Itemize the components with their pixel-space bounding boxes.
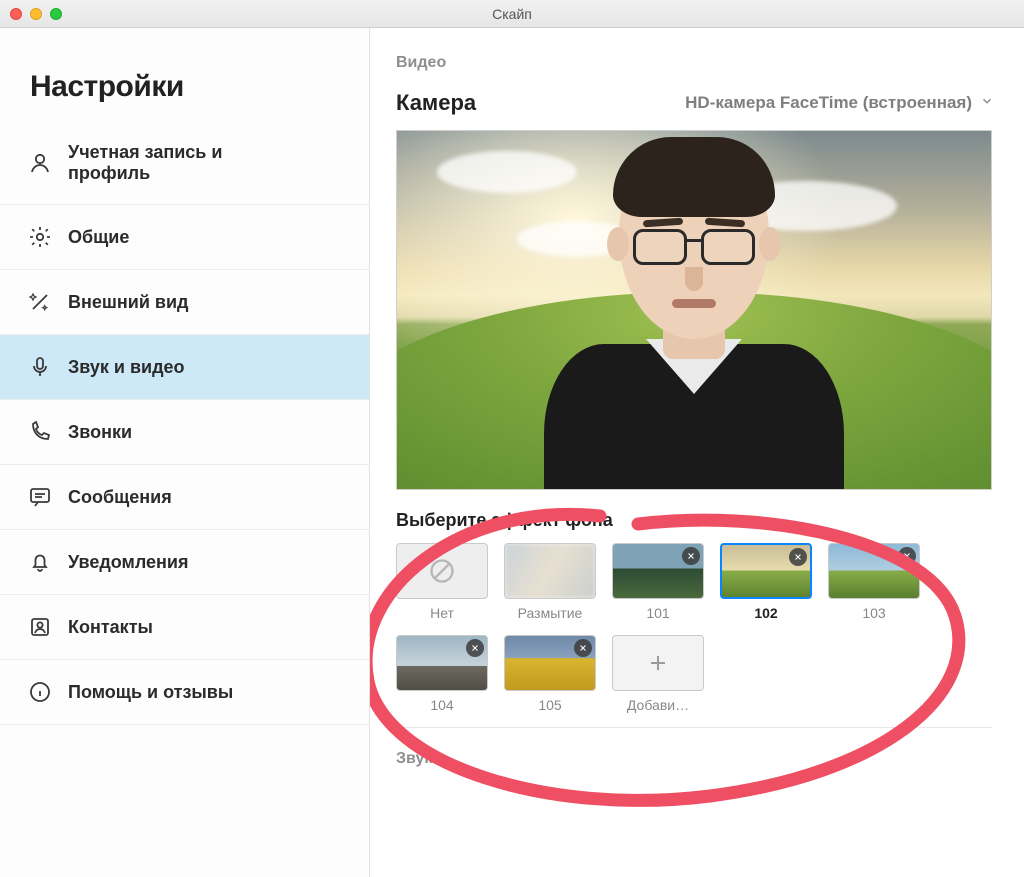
camera-heading: Камера bbox=[396, 90, 476, 116]
bg-thumb-none bbox=[396, 543, 488, 599]
person-icon bbox=[28, 151, 52, 175]
bg-thumb-102 bbox=[720, 543, 812, 599]
sidebar-item-label: Уведомления bbox=[68, 552, 189, 573]
settings-title: Настройки bbox=[0, 28, 369, 122]
remove-bg-button[interactable] bbox=[898, 547, 916, 565]
bg-option-label: Нет bbox=[430, 605, 454, 621]
sidebar-item-help-feedback[interactable]: Помощь и отзывы bbox=[0, 660, 369, 725]
bg-thumb-101 bbox=[612, 543, 704, 599]
sidebar-item-label: Помощь и отзывы bbox=[68, 682, 233, 703]
phone-icon bbox=[28, 420, 52, 444]
chevron-down-icon bbox=[980, 93, 994, 113]
bg-option-101[interactable]: 101 bbox=[612, 543, 704, 621]
bg-thumb-105 bbox=[504, 635, 596, 691]
chat-icon bbox=[28, 485, 52, 509]
sidebar-item-calls[interactable]: Звонки bbox=[0, 400, 369, 465]
sound-section-label: Звук bbox=[396, 750, 994, 768]
sidebar-item-notifications[interactable]: Уведомления bbox=[0, 530, 369, 595]
titlebar: Скайп bbox=[0, 0, 1024, 28]
remove-bg-button[interactable] bbox=[574, 639, 592, 657]
bg-thumb-104 bbox=[396, 635, 488, 691]
sidebar-item-label: Общие bbox=[68, 227, 129, 248]
video-section-label: Видео bbox=[396, 54, 994, 72]
bg-option-label: 103 bbox=[862, 605, 885, 621]
bg-thumb-blur bbox=[504, 543, 596, 599]
camera-select[interactable]: HD-камера FaceTime (встроенная) bbox=[685, 93, 994, 113]
bg-option-label: Добави… bbox=[627, 697, 689, 713]
sidebar-item-general[interactable]: Общие bbox=[0, 205, 369, 270]
sidebar-item-label: Звонки bbox=[68, 422, 132, 443]
sidebar-item-account-profile[interactable]: Учетная запись и профиль bbox=[0, 122, 369, 205]
background-effect-options: Нет Размытие 101 102 bbox=[396, 543, 992, 728]
sidebar-item-contacts[interactable]: Контакты bbox=[0, 595, 369, 660]
sidebar-item-audio-video[interactable]: Звук и видео bbox=[0, 335, 369, 400]
wand-icon bbox=[28, 290, 52, 314]
remove-bg-button[interactable] bbox=[789, 548, 807, 566]
bg-option-add[interactable]: Добави… bbox=[612, 635, 704, 713]
background-effect-heading: Выберите эффект фона bbox=[396, 510, 994, 531]
workspace: Настройки Учетная запись и профиль Общие… bbox=[0, 28, 1024, 877]
sidebar-item-label: Звук и видео bbox=[68, 357, 185, 378]
gear-icon bbox=[28, 225, 52, 249]
bg-thumb-103 bbox=[828, 543, 920, 599]
bg-option-label: Размытие bbox=[518, 605, 583, 621]
bg-option-label: 102 bbox=[754, 605, 777, 621]
sidebar-item-label: Сообщения bbox=[68, 487, 172, 508]
bg-option-none[interactable]: Нет bbox=[396, 543, 488, 621]
remove-bg-button[interactable] bbox=[682, 547, 700, 565]
mic-icon bbox=[28, 355, 52, 379]
bg-thumb-add bbox=[612, 635, 704, 691]
bg-option-label: 104 bbox=[430, 697, 453, 713]
sidebar-item-label: Учетная запись и профиль bbox=[68, 142, 308, 184]
prohibit-icon bbox=[428, 557, 456, 585]
sidebar-item-label: Контакты bbox=[68, 617, 153, 638]
preview-person bbox=[544, 159, 844, 490]
settings-sidebar: Настройки Учетная запись и профиль Общие… bbox=[0, 28, 370, 877]
contacts-icon bbox=[28, 615, 52, 639]
window-title: Скайп bbox=[0, 6, 1024, 22]
camera-selected-value: HD-камера FaceTime (встроенная) bbox=[685, 93, 972, 113]
bg-option-blur[interactable]: Размытие bbox=[504, 543, 596, 621]
sidebar-item-label: Внешний вид bbox=[68, 292, 188, 313]
bg-option-102[interactable]: 102 bbox=[720, 543, 812, 621]
camera-preview bbox=[396, 130, 992, 490]
plus-icon bbox=[646, 651, 670, 675]
bg-option-label: 101 bbox=[646, 605, 669, 621]
sidebar-item-appearance[interactable]: Внешний вид bbox=[0, 270, 369, 335]
bell-icon bbox=[28, 550, 52, 574]
info-icon bbox=[28, 680, 52, 704]
bg-option-103[interactable]: 103 bbox=[828, 543, 920, 621]
sidebar-item-messages[interactable]: Сообщения bbox=[0, 465, 369, 530]
bg-option-105[interactable]: 105 bbox=[504, 635, 596, 713]
remove-bg-button[interactable] bbox=[466, 639, 484, 657]
bg-option-104[interactable]: 104 bbox=[396, 635, 488, 713]
settings-panel-audio-video: Видео Камера HD-камера FaceTime (встроен… bbox=[370, 28, 1024, 877]
bg-option-label: 105 bbox=[538, 697, 561, 713]
